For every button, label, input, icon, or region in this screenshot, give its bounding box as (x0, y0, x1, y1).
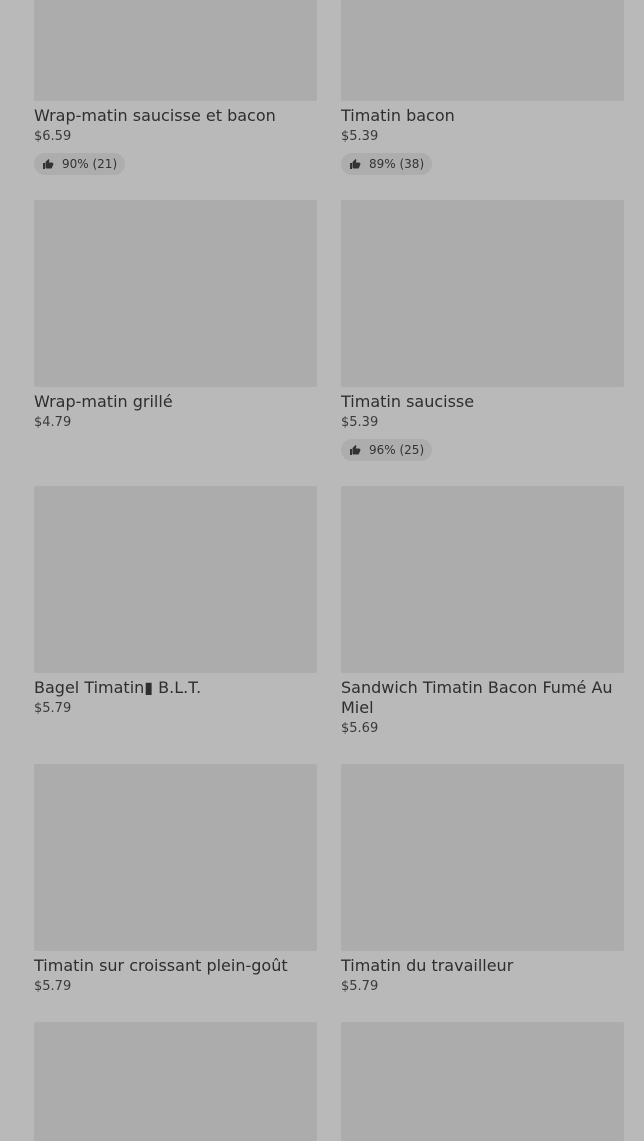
menu-item-image[interactable] (341, 0, 624, 101)
rating-text: 90% (21) (62, 157, 118, 171)
menu-item-price: $5.39 (341, 415, 379, 430)
menu-item-image[interactable] (34, 1022, 317, 1141)
menu-item-price: $5.79 (34, 979, 72, 994)
menu-item-name: Bagel Timatin▮ B.L.T. (34, 678, 202, 697)
rating-badge: 96% (25) (341, 439, 433, 461)
menu-item-price: $6.59 (34, 129, 72, 144)
menu-item-image[interactable] (341, 1022, 624, 1141)
menu-item-name: Sandwich Timatin Bacon Fumé Au Miel (341, 678, 613, 717)
menu-item-card[interactable]: Wrap-matin saucisse et bacon $6.59 90% (… (34, 0, 317, 175)
menu-item-price: $5.39 (341, 129, 379, 144)
menu-item-image[interactable] (341, 486, 624, 673)
rating-text: 96% (25) (369, 443, 425, 457)
menu-item-card[interactable]: Wrap-matin grillé $4.79 (34, 200, 317, 432)
menu-item-price: $4.79 (34, 415, 72, 430)
menu-item-name: Timatin saucisse (341, 392, 475, 411)
thumbs-up-icon (350, 159, 361, 169)
menu-item-image[interactable] (341, 764, 624, 951)
menu-item-name: Timatin du travailleur (341, 956, 514, 975)
menu-item-image[interactable] (34, 486, 317, 673)
menu-item-card[interactable]: Timatin sur croissant plein-goût $5.79 (34, 764, 317, 996)
menu-item-name: Wrap-matin saucisse et bacon (34, 106, 276, 125)
menu-item-image[interactable] (34, 0, 317, 101)
rating-text: 89% (38) (369, 157, 425, 171)
menu-item-price: $5.69 (341, 721, 379, 736)
thumbs-up-icon (43, 159, 54, 169)
menu-item-card[interactable]: Sandwich Timatin Bacon Fumé Au Miel $5.6… (341, 486, 624, 738)
rating-badge: 90% (21) (34, 153, 126, 175)
menu-item-image[interactable] (341, 200, 624, 387)
menu-item-card[interactable]: Timatin saucisse $5.39 96% (25) (341, 200, 624, 461)
menu-item-image[interactable] (34, 764, 317, 951)
menu-item-card[interactable]: Timatin du travailleur $5.79 (341, 764, 624, 996)
rating-badge: 89% (38) (341, 153, 433, 175)
menu-item-price: $5.79 (341, 979, 379, 994)
menu-item-card[interactable]: Bagel Timatin▮ B.L.T. $5.79 (34, 486, 317, 718)
menu-item-card[interactable]: Timatin bacon $5.39 89% (38) (341, 0, 624, 175)
menu-item-name: Timatin bacon (341, 106, 455, 125)
thumbs-up-icon (350, 445, 361, 455)
menu-item-card[interactable] (34, 1022, 317, 1141)
menu-item-price: $5.79 (34, 701, 72, 716)
menu-item-name: Wrap-matin grillé (34, 392, 173, 411)
menu-item-card[interactable] (341, 1022, 624, 1141)
menu-item-image[interactable] (34, 200, 317, 387)
menu-item-name: Timatin sur croissant plein-goût (34, 956, 288, 975)
